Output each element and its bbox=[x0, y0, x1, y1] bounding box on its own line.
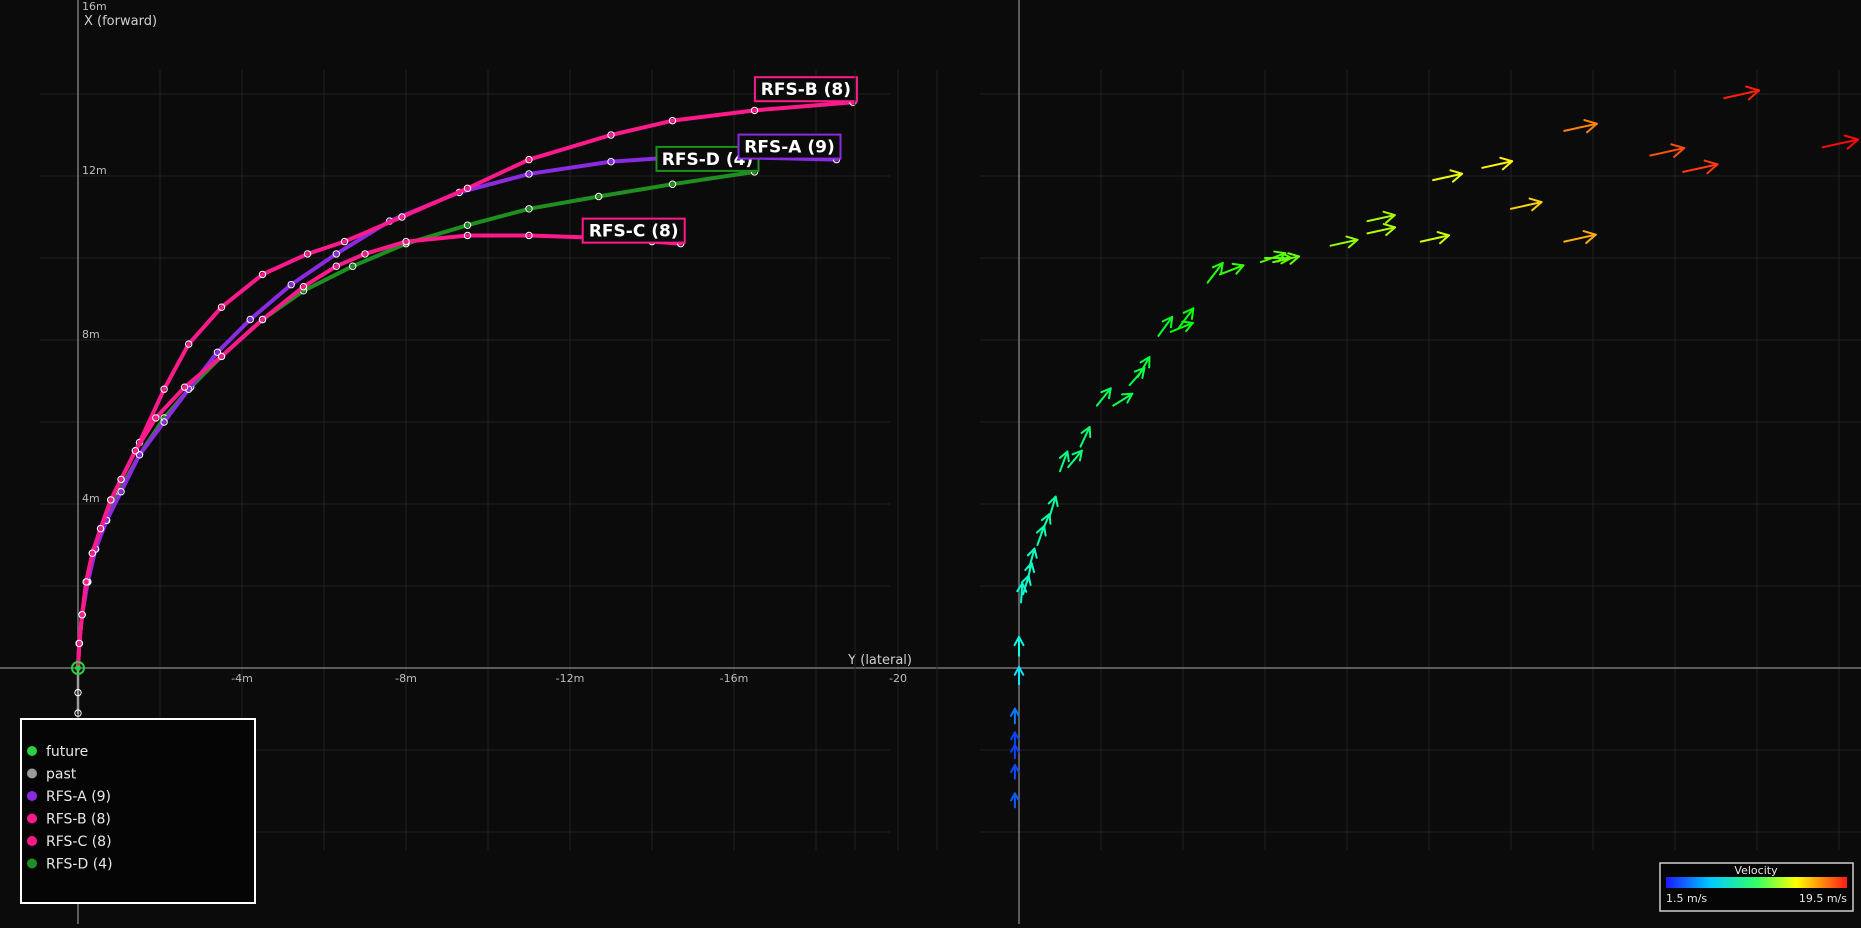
lateral-axis-title: Y (lateral) bbox=[847, 653, 912, 668]
colorbar-title: Velocity bbox=[1734, 864, 1778, 877]
legend-item-label: RFS-B (8) bbox=[46, 812, 111, 828]
colorbar-max-label: 19.5 m/s bbox=[1799, 892, 1847, 905]
legend-swatch bbox=[27, 858, 37, 869]
x-tick-label: -20 bbox=[889, 672, 907, 685]
legend-swatch bbox=[27, 836, 37, 846]
y-tick-label: 12m bbox=[82, 164, 107, 177]
legend-item-label: future bbox=[46, 744, 88, 760]
colorbar-min-label: 1.5 m/s bbox=[1666, 892, 1707, 905]
y-tick-label: 8m bbox=[82, 328, 100, 341]
forward-axis-title: X (forward) bbox=[84, 14, 157, 29]
legend-item-label: RFS-A (9) bbox=[46, 789, 111, 805]
colorbar-gradient bbox=[1666, 877, 1847, 888]
visualization-stage: -4m -8m -12m -16m -20 4m 8m 12m 16m Y (lateral) X … bbox=[0, 0, 1861, 924]
tag-label: RFS-A (9) bbox=[744, 138, 834, 158]
x-tick-label: -16m bbox=[720, 672, 749, 685]
tag-label: RFS-C (8) bbox=[589, 222, 679, 242]
x-tick-label: -4m bbox=[231, 672, 253, 685]
legend-swatch bbox=[27, 746, 37, 756]
tag-label: RFS-B (8) bbox=[761, 80, 851, 100]
legend-swatch bbox=[27, 813, 37, 824]
legend-item-label: past bbox=[46, 767, 77, 783]
series-rfs-c-8-tag: RFS-C (8) bbox=[581, 217, 686, 244]
x-tick-label: -8m bbox=[395, 672, 417, 685]
origin-dot bbox=[75, 665, 81, 671]
y-tick-label: 4m bbox=[82, 492, 100, 505]
legend-swatch bbox=[27, 768, 37, 779]
legend-swatch bbox=[27, 791, 37, 801]
trajectory-figure: -4m -8m -12m -16m -20 4m 8m 12m 16m Y (lateral) X … bbox=[0, 0, 1861, 924]
legend-item-label: RFS-C (8) bbox=[46, 834, 112, 850]
y-tick-label: 16m bbox=[82, 0, 107, 13]
x-tick-label: -12m bbox=[556, 672, 585, 685]
series-rfs-b-8-tag: RFS-B (8) bbox=[753, 76, 858, 103]
series-rfs-a-9-tag: RFS-A (9) bbox=[737, 133, 842, 160]
legend-item-label: RFS-D (4) bbox=[46, 857, 113, 873]
